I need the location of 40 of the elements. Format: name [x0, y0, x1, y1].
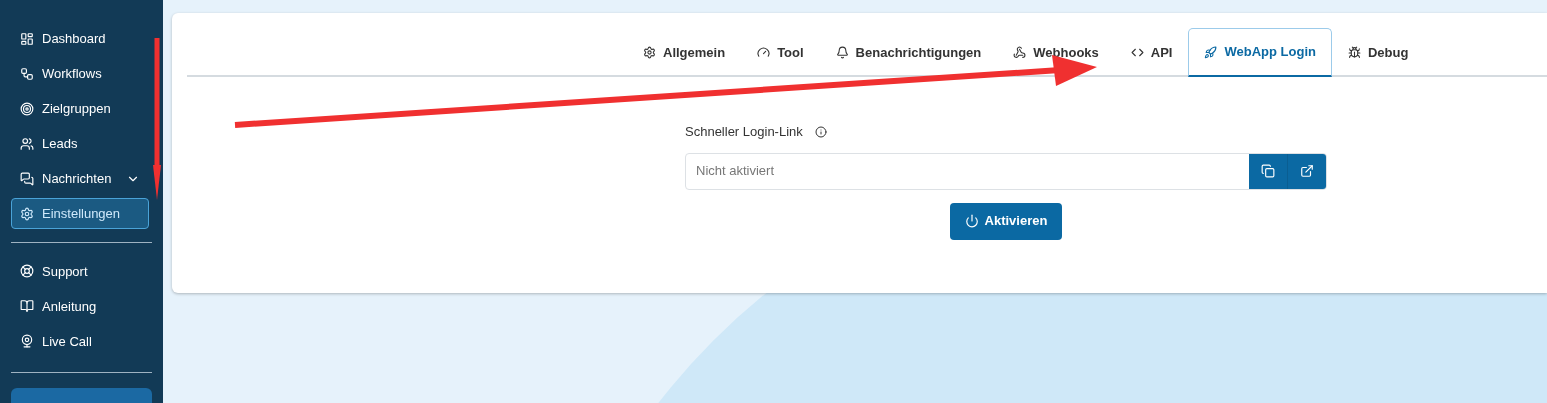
settings-icon: [20, 206, 34, 221]
settings-icon: [643, 46, 656, 59]
settings-tab[interactable]: Allgemein: [627, 28, 742, 77]
settings-tab[interactable]: Benachrichtigungen: [819, 28, 998, 77]
sidebar-item[interactable]: Support: [11, 255, 149, 287]
code-icon: [1130, 46, 1144, 59]
sidebar-item[interactable]: Einstellungen: [11, 198, 149, 229]
nodes-icon: [20, 66, 34, 81]
settings-tab[interactable]: Webhooks: [997, 28, 1115, 77]
sidebar-item[interactable]: Zielgruppen: [11, 93, 149, 124]
power-icon: [964, 214, 979, 228]
settings-tab[interactable]: API: [1114, 28, 1189, 77]
target-icon: [20, 101, 34, 116]
users-icon: [20, 136, 34, 151]
login-link-field[interactable]: Nicht aktiviert: [685, 152, 1327, 190]
chat-icon: [20, 171, 34, 186]
sidebar-item[interactable]: Nachrichten: [11, 163, 149, 194]
info-icon: [814, 125, 827, 138]
webcam-icon: [20, 334, 34, 349]
sidebar-item[interactable]: Dashboard: [11, 23, 149, 54]
gauge-icon: [757, 46, 771, 59]
copy-button[interactable]: [1249, 153, 1288, 189]
field-label: Schneller Login-Link: [685, 123, 803, 141]
settings-tab[interactable]: WebApp Login: [1188, 28, 1332, 77]
sidebar-item[interactable]: Anleitung: [11, 290, 149, 322]
activate-button[interactable]: Aktivieren: [949, 202, 1063, 240]
login-link-input[interactable]: Nicht aktiviert: [686, 153, 1249, 189]
open-link-button[interactable]: [1288, 153, 1326, 189]
bell-icon: [835, 46, 849, 59]
bug-icon: [1347, 46, 1361, 59]
book-icon: [20, 299, 34, 314]
sidebar-item[interactable]: Leads: [11, 128, 149, 159]
settings-tab[interactable]: Debug: [1331, 28, 1425, 77]
webhook-icon: [1013, 46, 1027, 59]
sidebar-item[interactable]: Live Call: [11, 325, 149, 357]
settings-tab[interactable]: Tool: [741, 28, 820, 77]
external-link-icon: [1300, 164, 1314, 178]
rocket-icon: [1204, 45, 1218, 59]
copy-icon: [1261, 164, 1275, 178]
sidebar-item[interactable]: Workflows: [11, 58, 149, 89]
